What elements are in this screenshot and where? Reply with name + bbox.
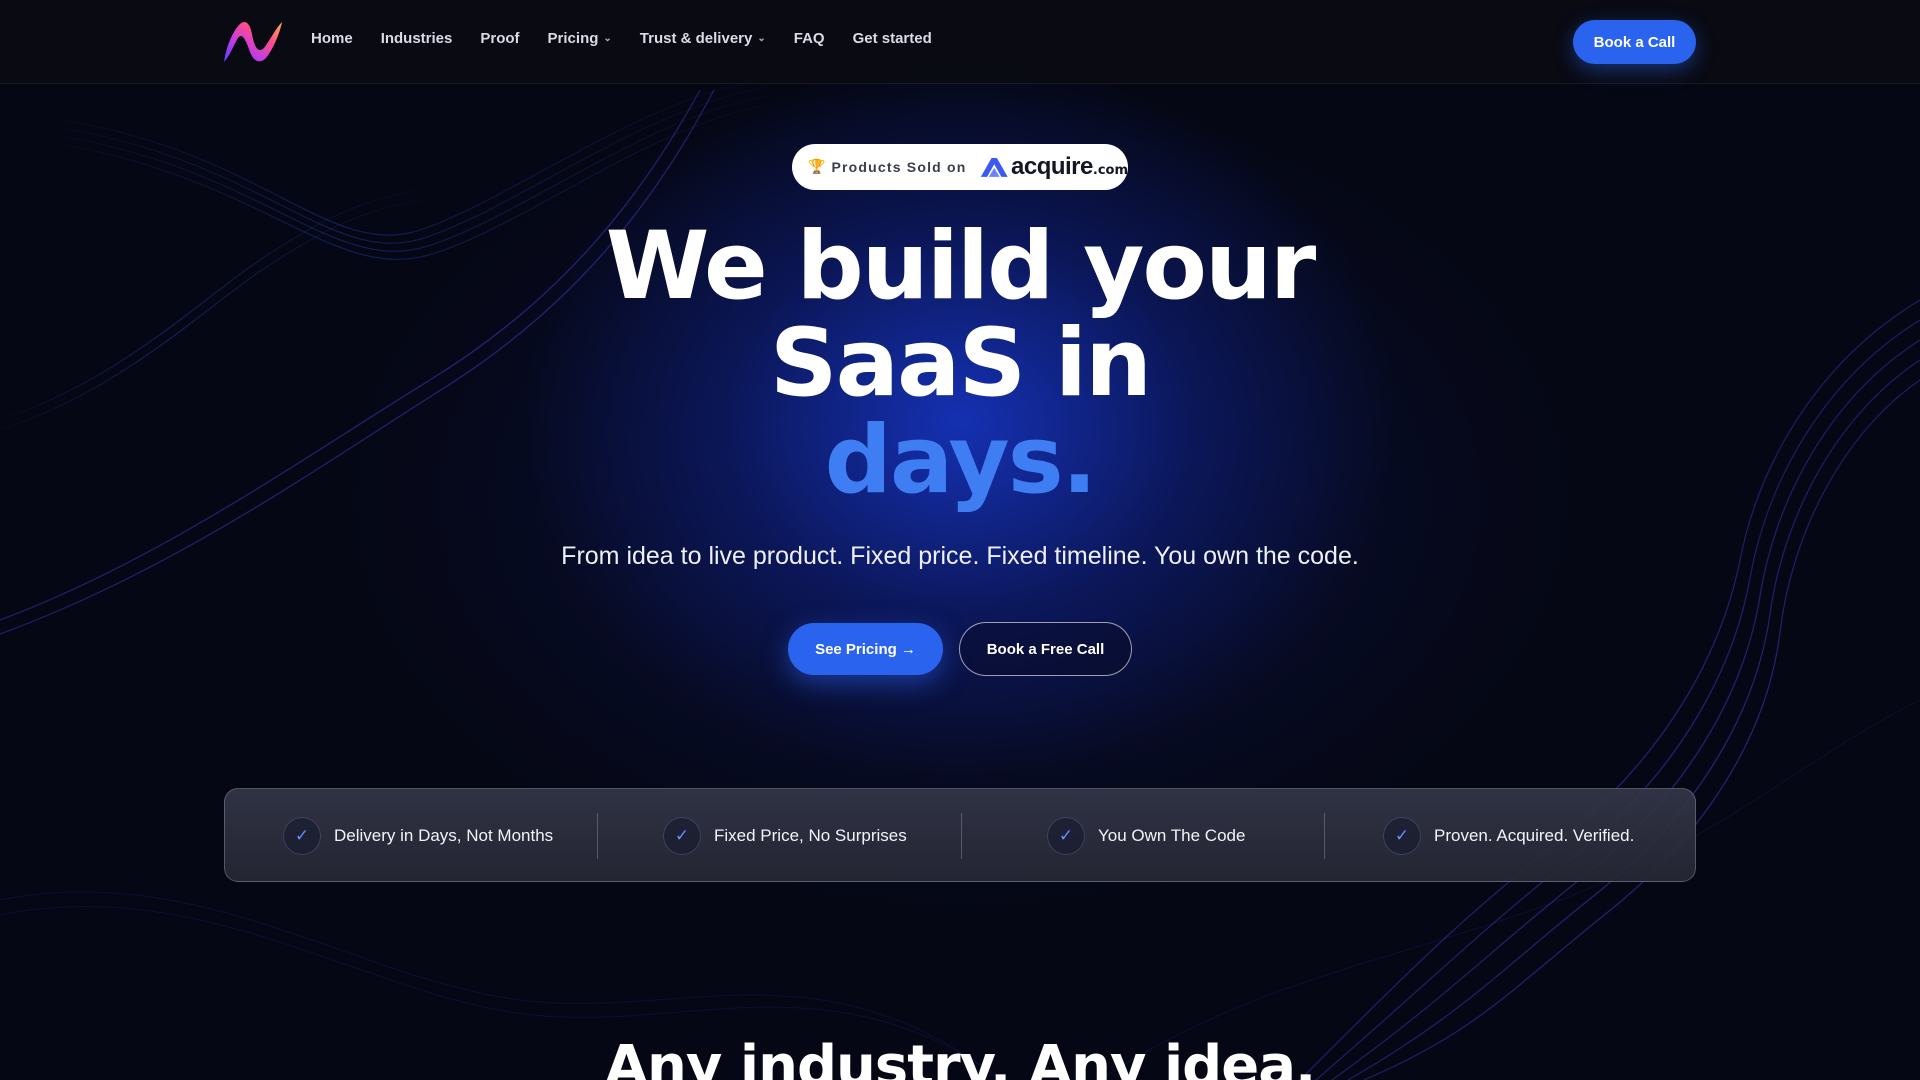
hero-title-accent: days. xyxy=(824,406,1098,515)
book-a-call-button[interactable]: Book a Call xyxy=(1573,20,1696,64)
nav-item-label: Trust & delivery xyxy=(639,30,753,47)
hero-subtitle: From idea to live product. Fixed price. … xyxy=(561,542,1359,570)
feature-item-delivery: ✓ Delivery in Days, Not Months xyxy=(283,789,553,883)
nav-item-industries[interactable]: Industries xyxy=(381,30,453,47)
check-icon: ✓ xyxy=(1047,817,1085,855)
chevron-down-icon: ⌄ xyxy=(603,33,612,44)
brand-logo[interactable] xyxy=(220,18,286,66)
feature-label: Proven. Acquired. Verified. xyxy=(1434,826,1635,845)
acquire-badge[interactable]: 🏆 Products Sold on acquire .com xyxy=(792,144,1128,190)
nav-item-trust-delivery[interactable]: Trust & delivery ⌄ xyxy=(640,30,766,47)
feature-label: Fixed Price, No Surprises xyxy=(714,826,907,845)
nav-item-get-started[interactable]: Get started xyxy=(853,30,932,47)
chevron-down-icon: ⌄ xyxy=(757,33,766,44)
hero-title: We build your SaaS in days. xyxy=(560,218,1360,509)
nav-item-label: Industries xyxy=(380,30,453,47)
nav-item-faq[interactable]: FAQ xyxy=(794,30,825,47)
acquire-logo-icon xyxy=(980,158,1008,177)
book-free-call-button[interactable]: Book a Free Call xyxy=(959,622,1132,676)
feature-item-proven: ✓ Proven. Acquired. Verified. xyxy=(1383,789,1634,883)
feature-label: Delivery in Days, Not Months xyxy=(334,826,554,845)
top-navbar: Home Industries Proof Pricing ⌄ Trust & … xyxy=(0,0,1920,84)
feature-item-own-code: ✓ You Own The Code xyxy=(1047,789,1245,883)
main-nav: Home Industries Proof Pricing ⌄ Trust & … xyxy=(311,30,960,47)
nav-item-label: Home xyxy=(311,30,353,47)
nav-item-home[interactable]: Home xyxy=(311,30,353,47)
badge-label: Products Sold on xyxy=(831,159,967,175)
industries-section-heading: Any industry. Any idea. xyxy=(604,1034,1317,1080)
trophy-icon: 🏆 xyxy=(808,159,826,175)
nav-item-label: Get started xyxy=(852,30,932,47)
hero-title-line2: SaaS in xyxy=(769,309,1152,418)
nav-item-pricing[interactable]: Pricing ⌄ xyxy=(548,30,612,47)
feature-divider xyxy=(1324,813,1325,859)
feature-divider xyxy=(961,813,962,859)
features-bar: ✓ Delivery in Days, Not Months ✓ Fixed P… xyxy=(224,788,1696,882)
acquire-brand-word: acquire xyxy=(1011,153,1093,180)
hero-title-line1: We build your xyxy=(605,212,1317,321)
landing-page: Home Industries Proof Pricing ⌄ Trust & … xyxy=(0,0,1920,1080)
nav-item-label: FAQ xyxy=(793,30,825,47)
check-icon: ✓ xyxy=(1383,817,1421,855)
check-icon: ✓ xyxy=(663,817,701,855)
check-icon: ✓ xyxy=(283,817,321,855)
nav-item-label: Proof xyxy=(480,30,520,47)
see-pricing-button[interactable]: See Pricing → xyxy=(788,623,943,675)
acquire-brand-suffix: .com xyxy=(1092,162,1128,178)
nav-item-label: Pricing xyxy=(547,30,599,47)
feature-divider xyxy=(597,813,598,859)
nav-item-proof[interactable]: Proof xyxy=(480,30,519,47)
feature-label: You Own The Code xyxy=(1098,826,1246,845)
feature-item-fixed-price: ✓ Fixed Price, No Surprises xyxy=(663,789,907,883)
